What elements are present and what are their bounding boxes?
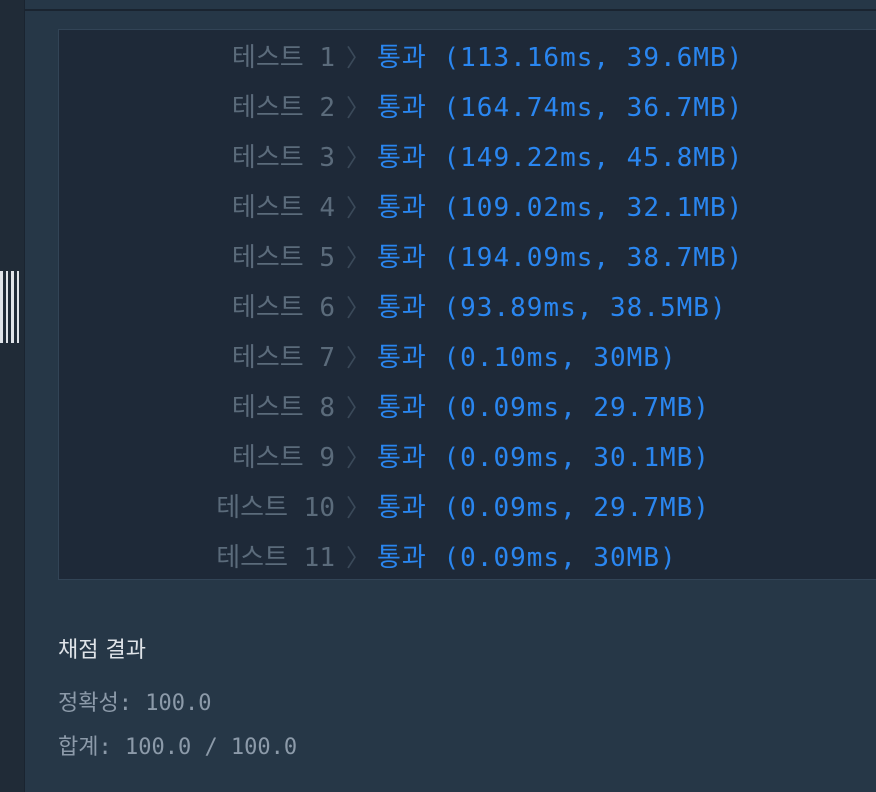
test-result-row: 테스트 9 〉 통과 (0.09ms, 30.1MB): [59, 430, 876, 480]
chevron-right-icon: 〉: [346, 343, 370, 372]
test-status: 통과 (164.74ms, 36.7MB): [377, 92, 744, 123]
chevron-right-icon: 〉: [346, 193, 370, 222]
left-gutter: [0, 0, 25, 792]
test-result-row: 테스트 2 〉 통과 (164.74ms, 36.7MB): [59, 80, 876, 130]
test-status: 통과 (109.02ms, 32.1MB): [377, 192, 744, 223]
test-label: 테스트 5: [231, 242, 335, 273]
grip-line: [0, 271, 3, 343]
panel-resize-handle[interactable]: [0, 271, 19, 343]
chevron-right-icon: 〉: [346, 143, 370, 172]
test-status: 통과 (0.10ms, 30MB): [377, 342, 677, 373]
grading-result-title: 채점 결과: [58, 638, 146, 663]
test-status: 통과 (194.09ms, 38.7MB): [377, 242, 744, 273]
panel-top-bar: [25, 0, 876, 11]
test-result-row: 테스트 3 〉 통과 (149.22ms, 45.8MB): [59, 130, 876, 180]
test-label: 테스트 7: [231, 342, 335, 373]
grading-panel: 테스트 1 〉 통과 (113.16ms, 39.6MB) 테스트 2 〉 통과…: [0, 0, 876, 792]
test-label: 테스트 10: [216, 492, 335, 523]
test-label: 테스트 6: [231, 292, 335, 323]
test-status: 통과 (149.22ms, 45.8MB): [377, 142, 744, 173]
chevron-right-icon: 〉: [346, 243, 370, 272]
test-result-row: 테스트 6 〉 통과 (93.89ms, 38.5MB): [59, 280, 876, 330]
test-result-row: 테스트 4 〉 통과 (109.02ms, 32.1MB): [59, 180, 876, 230]
chevron-right-icon: 〉: [346, 93, 370, 122]
grip-line: [5, 271, 8, 343]
test-label: 테스트 8: [231, 392, 335, 423]
test-result-row: 테스트 8 〉 통과 (0.09ms, 29.7MB): [59, 380, 876, 430]
test-result-row: 테스트 1 〉 통과 (113.16ms, 39.6MB): [59, 30, 876, 80]
test-result-row: 테스트 5 〉 통과 (194.09ms, 38.7MB): [59, 230, 876, 280]
test-result-row: 테스트 10 〉 통과 (0.09ms, 29.7MB): [59, 480, 876, 530]
grip-line: [16, 271, 19, 343]
grip-line: [11, 271, 14, 343]
test-result-row: 테스트 11 〉 통과 (0.09ms, 30MB): [59, 530, 876, 580]
chevron-right-icon: 〉: [346, 493, 370, 522]
chevron-right-icon: 〉: [346, 393, 370, 422]
test-label: 테스트 11: [216, 542, 335, 573]
test-label: 테스트 4: [231, 192, 335, 223]
test-label: 테스트 1: [231, 42, 335, 73]
test-status: 통과 (0.09ms, 29.7MB): [377, 392, 710, 423]
test-result-row: 테스트 7 〉 통과 (0.10ms, 30MB): [59, 330, 876, 380]
test-status: 통과 (93.89ms, 38.5MB): [377, 292, 727, 323]
total-score: 합계: 100.0 / 100.0: [58, 735, 298, 760]
test-label: 테스트 9: [231, 442, 335, 473]
test-label: 테스트 2: [231, 92, 335, 123]
test-label: 테스트 3: [231, 142, 335, 173]
test-status: 통과 (0.09ms, 30.1MB): [377, 442, 710, 473]
chevron-right-icon: 〉: [346, 543, 370, 572]
chevron-right-icon: 〉: [346, 293, 370, 322]
test-results-box: 테스트 1 〉 통과 (113.16ms, 39.6MB) 테스트 2 〉 통과…: [58, 29, 876, 580]
chevron-right-icon: 〉: [346, 43, 370, 72]
chevron-right-icon: 〉: [346, 443, 370, 472]
accuracy-score: 정확성: 100.0: [58, 691, 212, 716]
test-status: 통과 (113.16ms, 39.6MB): [377, 42, 744, 73]
test-status: 통과 (0.09ms, 29.7MB): [377, 492, 710, 523]
test-status: 통과 (0.09ms, 30MB): [377, 542, 677, 573]
